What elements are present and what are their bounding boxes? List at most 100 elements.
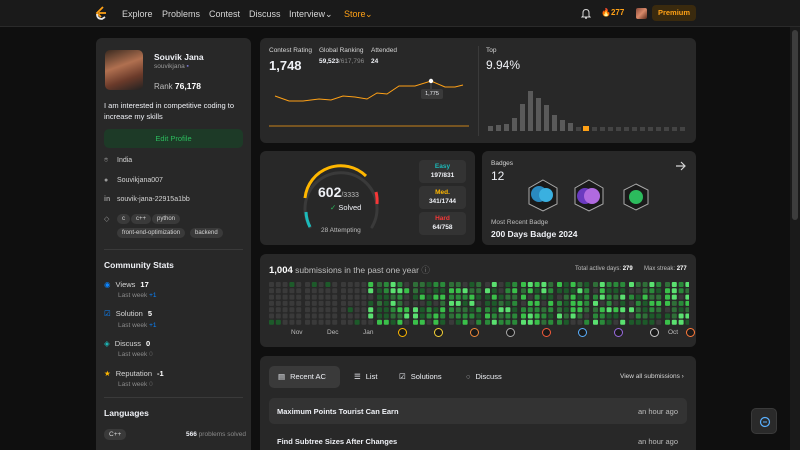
heatmap-cell[interactable] <box>620 282 626 287</box>
heatmap-cell[interactable] <box>455 313 461 319</box>
heatmap-cell[interactable] <box>462 300 468 306</box>
heatmap-cell[interactable] <box>449 307 454 313</box>
heatmap-cell[interactable] <box>311 288 317 294</box>
heatmap-cell[interactable] <box>534 300 540 306</box>
heatmap-cell[interactable] <box>368 282 374 287</box>
heatmap-cell[interactable] <box>433 282 439 287</box>
heatmap-cell[interactable] <box>512 294 518 300</box>
heatmap-cell[interactable] <box>485 282 490 287</box>
heatmap-cell[interactable] <box>455 282 461 287</box>
heatmap-cell[interactable] <box>671 300 677 306</box>
heatmap-cell[interactable] <box>498 300 504 306</box>
heatmap-cell[interactable] <box>557 288 562 294</box>
heatmap-cell[interactable] <box>413 294 418 300</box>
skill-tag[interactable]: c++ <box>131 214 152 224</box>
heatmap-cell[interactable] <box>325 288 331 294</box>
heatmap-cell[interactable] <box>599 307 605 313</box>
heatmap-cell[interactable] <box>491 282 497 287</box>
heatmap-cell[interactable] <box>606 288 612 294</box>
heatmap-cell[interactable] <box>498 288 504 294</box>
heatmap-cell[interactable] <box>584 288 590 294</box>
heatmap-cell[interactable] <box>354 300 360 306</box>
heatmap-cell[interactable] <box>613 294 619 300</box>
heatmap-cell[interactable] <box>296 319 302 325</box>
heatmap-cell[interactable] <box>606 294 612 300</box>
heatmap-cell[interactable] <box>332 313 338 319</box>
heatmap-cell[interactable] <box>577 313 583 319</box>
heatmap-cell[interactable] <box>289 319 295 325</box>
heatmap-cell[interactable] <box>606 319 612 325</box>
heatmap-cell[interactable] <box>361 307 367 313</box>
heatmap-cell[interactable] <box>275 282 281 287</box>
heatmap-cell[interactable] <box>606 282 612 287</box>
list-item[interactable]: Find Subtree Sizes After Changes an hour … <box>269 428 687 450</box>
heatmap-cell[interactable] <box>485 294 490 300</box>
heatmap-cell[interactable] <box>613 307 619 313</box>
heatmap-cell[interactable] <box>368 294 374 300</box>
heatmap-cell[interactable] <box>289 294 295 300</box>
heatmap-cell[interactable] <box>577 307 583 313</box>
heatmap-cell[interactable] <box>332 282 338 287</box>
heatmap-cell[interactable] <box>296 288 302 294</box>
heatmap-cell[interactable] <box>678 300 684 306</box>
heatmap-cell[interactable] <box>548 307 554 313</box>
heatmap-cell[interactable] <box>498 307 504 313</box>
heatmap-cell[interactable] <box>347 319 353 325</box>
heatmap-cell[interactable] <box>455 288 461 294</box>
heatmap-cell[interactable] <box>534 288 540 294</box>
heatmap-cell[interactable] <box>629 300 634 306</box>
heatmap-cell[interactable] <box>325 319 331 325</box>
heatmap-cell[interactable] <box>613 319 619 325</box>
heatmap-cell[interactable] <box>649 288 655 294</box>
heatmap-cell[interactable] <box>527 300 533 306</box>
heatmap-cell[interactable] <box>557 307 562 313</box>
heatmap-cell[interactable] <box>469 300 475 306</box>
heatmap-cell[interactable] <box>269 288 274 294</box>
heatmap-cell[interactable] <box>462 288 468 294</box>
heatmap-cell[interactable] <box>548 319 554 325</box>
heatmap-cell[interactable] <box>577 282 583 287</box>
github-row[interactable]: ● Souvikjana007 <box>104 177 163 184</box>
heatmap-cell[interactable] <box>563 307 569 313</box>
heatmap-cell[interactable] <box>629 307 634 313</box>
heatmap-cell[interactable] <box>449 282 454 287</box>
heatmap-cell[interactable] <box>305 307 310 313</box>
heatmap-cell[interactable] <box>629 282 634 287</box>
heatmap-cell[interactable] <box>269 307 274 313</box>
heatmap-cell[interactable] <box>476 319 482 325</box>
heatmap-cell[interactable] <box>354 313 360 319</box>
heatmap-cell[interactable] <box>311 294 317 300</box>
heatmap-cell[interactable] <box>534 282 540 287</box>
heatmap-cell[interactable] <box>570 307 576 313</box>
heatmap-cell[interactable] <box>491 307 497 313</box>
heatmap-cell[interactable] <box>289 307 295 313</box>
heatmap-cell[interactable] <box>419 307 425 313</box>
heatmap-cell[interactable] <box>269 319 274 325</box>
heatmap-cell[interactable] <box>593 307 598 313</box>
heatmap-cell[interactable] <box>563 300 569 306</box>
heatmap-cell[interactable] <box>635 307 641 313</box>
heatmap-cell[interactable] <box>685 282 689 287</box>
heatmap-cell[interactable] <box>455 319 461 325</box>
heatmap-cell[interactable] <box>649 307 655 313</box>
heatmap-cell[interactable] <box>361 319 367 325</box>
edit-profile-button[interactable]: Edit Profile <box>104 129 243 148</box>
heatmap-cell[interactable] <box>368 319 374 325</box>
heatmap-cell[interactable] <box>377 313 382 319</box>
heatmap-cell[interactable] <box>413 300 418 306</box>
heatmap-cell[interactable] <box>635 313 641 319</box>
heatmap-cell[interactable] <box>296 307 302 313</box>
monthly-badge-icon[interactable] <box>542 328 551 337</box>
heatmap-cell[interactable] <box>347 288 353 294</box>
heatmap-cell[interactable] <box>455 307 461 313</box>
heatmap-cell[interactable] <box>584 282 590 287</box>
heatmap-cell[interactable] <box>318 294 324 300</box>
heatmap-cell[interactable] <box>577 300 583 306</box>
heatmap-cell[interactable] <box>305 288 310 294</box>
heatmap-cell[interactable] <box>341 313 346 319</box>
heatmap-cell[interactable] <box>476 313 482 319</box>
heatmap-cell[interactable] <box>534 319 540 325</box>
feedback-button[interactable] <box>751 408 777 434</box>
heatmap-cell[interactable] <box>521 294 526 300</box>
heatmap-cell[interactable] <box>656 294 662 300</box>
